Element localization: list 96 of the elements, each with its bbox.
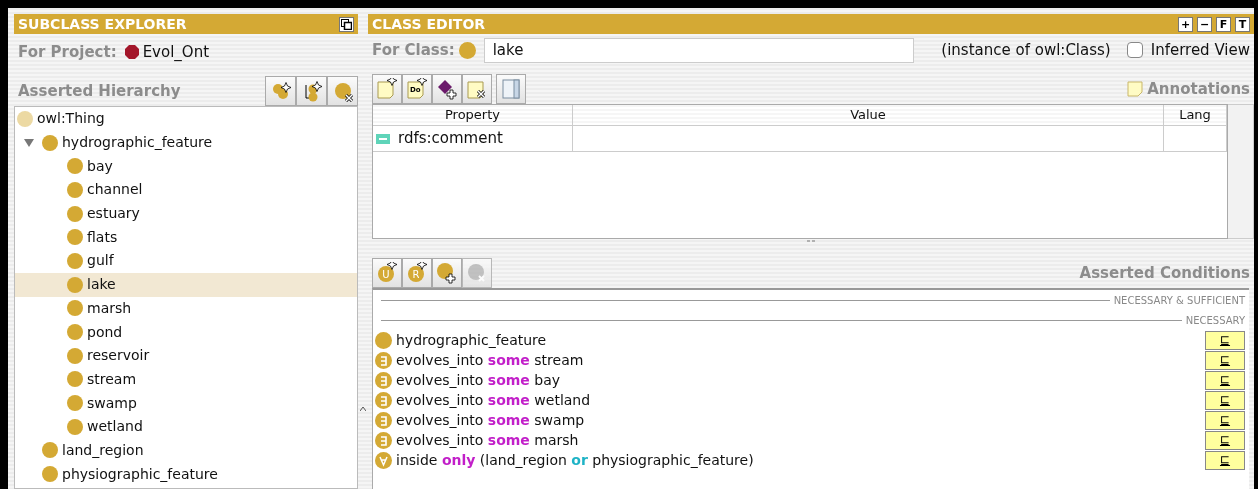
tree-item[interactable]: wetland bbox=[15, 414, 357, 439]
tree-item[interactable]: bay bbox=[15, 154, 357, 179]
checkbox-label[interactable]: Inferred View bbox=[1150, 38, 1250, 62]
annotations-label: Annotations bbox=[1147, 78, 1250, 100]
toolbar-button[interactable] bbox=[432, 258, 462, 288]
tree-item[interactable]: owl:Thing bbox=[15, 107, 357, 131]
panel-columns-icon bbox=[500, 78, 522, 100]
window-icon-button[interactable] bbox=[339, 16, 354, 32]
column-header[interactable]: Value bbox=[573, 105, 1164, 126]
tree-item[interactable]: channel bbox=[15, 178, 357, 202]
subclass-button[interactable]: ⊑ bbox=[1205, 330, 1245, 350]
octagon-icon bbox=[124, 45, 139, 59]
circle-icon bbox=[67, 276, 83, 293]
circle-icon bbox=[42, 134, 58, 151]
exists-icon bbox=[375, 431, 392, 449]
subclass-button[interactable]: ⊑ bbox=[1205, 430, 1245, 450]
note-icon bbox=[1127, 80, 1144, 97]
class-label: For Class: bbox=[371, 39, 455, 61]
note-sparkle-icon bbox=[376, 78, 398, 100]
exists-icon bbox=[375, 411, 392, 429]
instance-of-text: (instance of owl:Class) bbox=[941, 39, 1111, 61]
table-cell bbox=[1164, 126, 1227, 152]
subclass-button[interactable]: ⊑ bbox=[1205, 370, 1245, 390]
tree-item[interactable]: swamp bbox=[15, 391, 357, 415]
circle-icon bbox=[67, 300, 83, 317]
condition-text[interactable]: hydrographic_feature bbox=[396, 329, 547, 351]
circle-icon bbox=[67, 229, 83, 246]
property-icon bbox=[376, 133, 390, 144]
tree-item[interactable]: physiographic_feature bbox=[15, 462, 357, 486]
header-button[interactable]: F bbox=[1216, 16, 1231, 32]
for-all-icon bbox=[375, 451, 392, 469]
condition-text[interactable]: evolves_into some swamp bbox=[396, 409, 585, 431]
tree-item[interactable]: land_region bbox=[15, 438, 357, 463]
table-cell: rdfs:comment bbox=[373, 126, 573, 152]
circle-icon bbox=[67, 181, 83, 198]
subclass-button[interactable]: ⊑ bbox=[1205, 410, 1245, 430]
subclass-button[interactable]: ⊑ bbox=[1205, 450, 1245, 470]
circle-x-icon bbox=[466, 262, 488, 284]
tree-item[interactable]: lake bbox=[15, 272, 357, 297]
condition-text[interactable]: evolves_into some wetland bbox=[396, 389, 591, 411]
tree-item[interactable]: reservoir bbox=[15, 343, 357, 368]
circle-plus-icon bbox=[436, 262, 458, 284]
condition-text[interactable]: evolves_into some marsh bbox=[396, 429, 579, 451]
tree-item[interactable]: gulf bbox=[15, 249, 357, 273]
tree-item[interactable]: stream bbox=[15, 367, 357, 392]
header-button[interactable]: − bbox=[1197, 16, 1212, 32]
circle-icon bbox=[42, 442, 58, 459]
panel-title: SUBCLASS EXPLORER bbox=[18, 17, 187, 31]
class-name-field[interactable]: lake bbox=[483, 37, 914, 63]
circle-icon bbox=[17, 110, 33, 127]
header-button[interactable]: + bbox=[1178, 16, 1193, 32]
section-label: NECESSARY & SUFFICIENT bbox=[1113, 293, 1245, 308]
toolbar-button[interactable] bbox=[432, 74, 462, 104]
exists-icon bbox=[375, 351, 392, 369]
circle-icon bbox=[67, 347, 83, 364]
column-header[interactable]: Lang bbox=[1164, 105, 1227, 126]
note-x-icon bbox=[466, 78, 488, 100]
tree-item[interactable]: estuary bbox=[15, 201, 357, 226]
subclass-button[interactable]: ⊑ bbox=[1205, 350, 1245, 370]
header-button[interactable]: T bbox=[1235, 16, 1250, 32]
section-label: NECESSARY bbox=[1185, 313, 1245, 328]
circle-icon bbox=[67, 395, 83, 412]
tree-item[interactable]: marsh bbox=[15, 296, 357, 321]
tree-item[interactable]: pond bbox=[15, 320, 357, 344]
tree-item[interactable]: flats bbox=[15, 225, 357, 250]
overlapping-squares-icon bbox=[341, 19, 352, 30]
exists-icon bbox=[375, 371, 392, 389]
checkbox[interactable] bbox=[1126, 42, 1143, 58]
condition-text[interactable]: evolves_into some bay bbox=[396, 369, 561, 391]
toolbar-button[interactable] bbox=[296, 76, 327, 106]
expander-icon[interactable] bbox=[24, 137, 34, 148]
hierarchy-label: Asserted Hierarchy bbox=[17, 80, 181, 102]
circle-icon bbox=[67, 205, 83, 222]
conditions-label: Asserted Conditions bbox=[1079, 262, 1250, 284]
splitter-grip-icon[interactable] bbox=[807, 239, 815, 243]
column-header[interactable]: Property bbox=[373, 105, 573, 126]
circle-icon bbox=[67, 324, 83, 341]
circle-icon bbox=[67, 418, 83, 435]
subclass-button[interactable]: ⊑ bbox=[1205, 390, 1245, 410]
circle-icon bbox=[67, 158, 83, 175]
condition-text[interactable]: inside only (land_region or physiographic_feature) bbox=[396, 449, 754, 471]
scrollbar[interactable] bbox=[1228, 104, 1254, 239]
circle-icon bbox=[42, 466, 58, 483]
project-label: For Project: bbox=[18, 41, 117, 63]
panel-title: CLASS EDITOR bbox=[372, 17, 486, 31]
circle-icon bbox=[67, 252, 83, 269]
caret-icon[interactable] bbox=[360, 407, 366, 411]
diamond-plus-icon bbox=[436, 78, 458, 100]
toolbar-button[interactable] bbox=[265, 76, 296, 106]
tree-item[interactable]: hydrographic_feature bbox=[15, 130, 357, 155]
condition-text[interactable]: evolves_into some stream bbox=[396, 349, 584, 371]
circle-icon bbox=[67, 371, 83, 388]
exists-icon bbox=[375, 391, 392, 409]
circle-icon bbox=[375, 331, 392, 349]
circle-icon bbox=[458, 41, 476, 59]
project-name: Evol_Ont bbox=[142, 41, 210, 63]
